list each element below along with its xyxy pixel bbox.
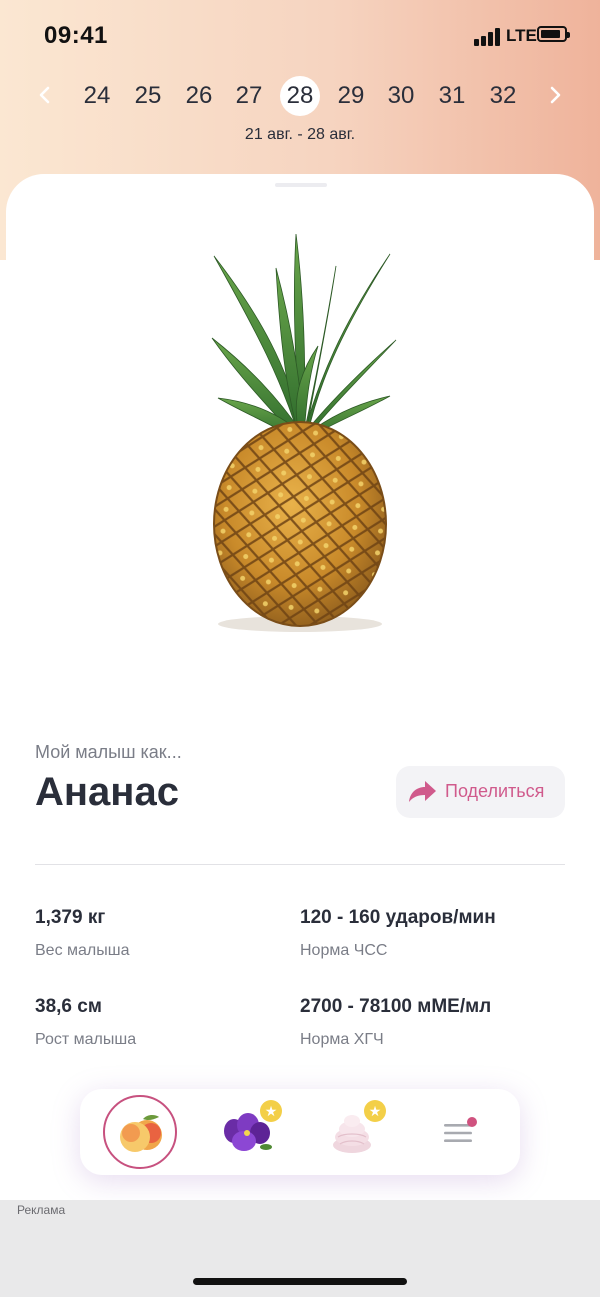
hcg-label: Норма ХГЧ (300, 1031, 384, 1048)
week-item[interactable]: 32 (483, 76, 523, 116)
share-button[interactable]: Поделиться (396, 766, 565, 818)
chevron-right-icon[interactable] (542, 82, 568, 108)
week-selector: 24 25 26 27 28 29 30 31 32 (0, 72, 600, 120)
heart-rate-label: Норма ЧСС (300, 942, 388, 959)
fruit-name: Ананас (35, 770, 179, 814)
heart-rate-value: 120 - 160 ударов/мин (300, 907, 496, 928)
week-item[interactable]: 30 (381, 76, 421, 116)
baby-height-value: 38,6 см (35, 996, 102, 1017)
star-badge: ★ (260, 1100, 282, 1122)
signal-icon (474, 28, 500, 46)
notification-dot (467, 1117, 477, 1127)
week-item[interactable]: 26 (179, 76, 219, 116)
share-label: Поделиться (445, 781, 545, 801)
fruit-caption: Мой малыш как... (35, 742, 182, 762)
ad-label: Реклама (17, 1203, 66, 1217)
home-indicator[interactable] (193, 1278, 407, 1285)
pineapple-image (211, 233, 397, 632)
nav-item-size[interactable] (103, 1095, 177, 1169)
week-item[interactable]: 31 (432, 76, 472, 116)
baby-height-label: Рост малыша (35, 1031, 137, 1048)
week-item[interactable]: 24 (77, 76, 117, 116)
battery-icon (537, 26, 570, 42)
baby-weight-label: Вес малыша (35, 942, 130, 959)
nav-item-development[interactable]: ★ (218, 1100, 282, 1159)
bottom-nav: ★ ★ (80, 1089, 520, 1175)
nav-item-menu[interactable] (436, 1113, 484, 1153)
nav-item-nutrition[interactable]: ★ (326, 1100, 386, 1159)
peach-icon (120, 1114, 162, 1152)
week-item[interactable]: 25 (128, 76, 168, 116)
chevron-left-icon[interactable] (32, 82, 58, 108)
baby-weight-value: 1,379 кг (35, 907, 106, 928)
status-time: 09:41 (44, 22, 108, 49)
divider (35, 864, 565, 865)
sheet-handle[interactable] (275, 183, 327, 187)
week-date-range: 21 авг. - 28 авг. (244, 126, 356, 143)
share-arrow-icon (409, 781, 436, 802)
week-item-selected[interactable]: 28 (280, 76, 320, 116)
week-item[interactable]: 27 (229, 76, 269, 116)
hcg-value: 2700 - 78100 мМЕ/мл (300, 996, 492, 1017)
star-badge: ★ (364, 1100, 386, 1122)
week-item[interactable]: 29 (331, 76, 371, 116)
network-type: LTE (506, 26, 537, 45)
status-bar: 09:41 LTE (0, 0, 600, 70)
